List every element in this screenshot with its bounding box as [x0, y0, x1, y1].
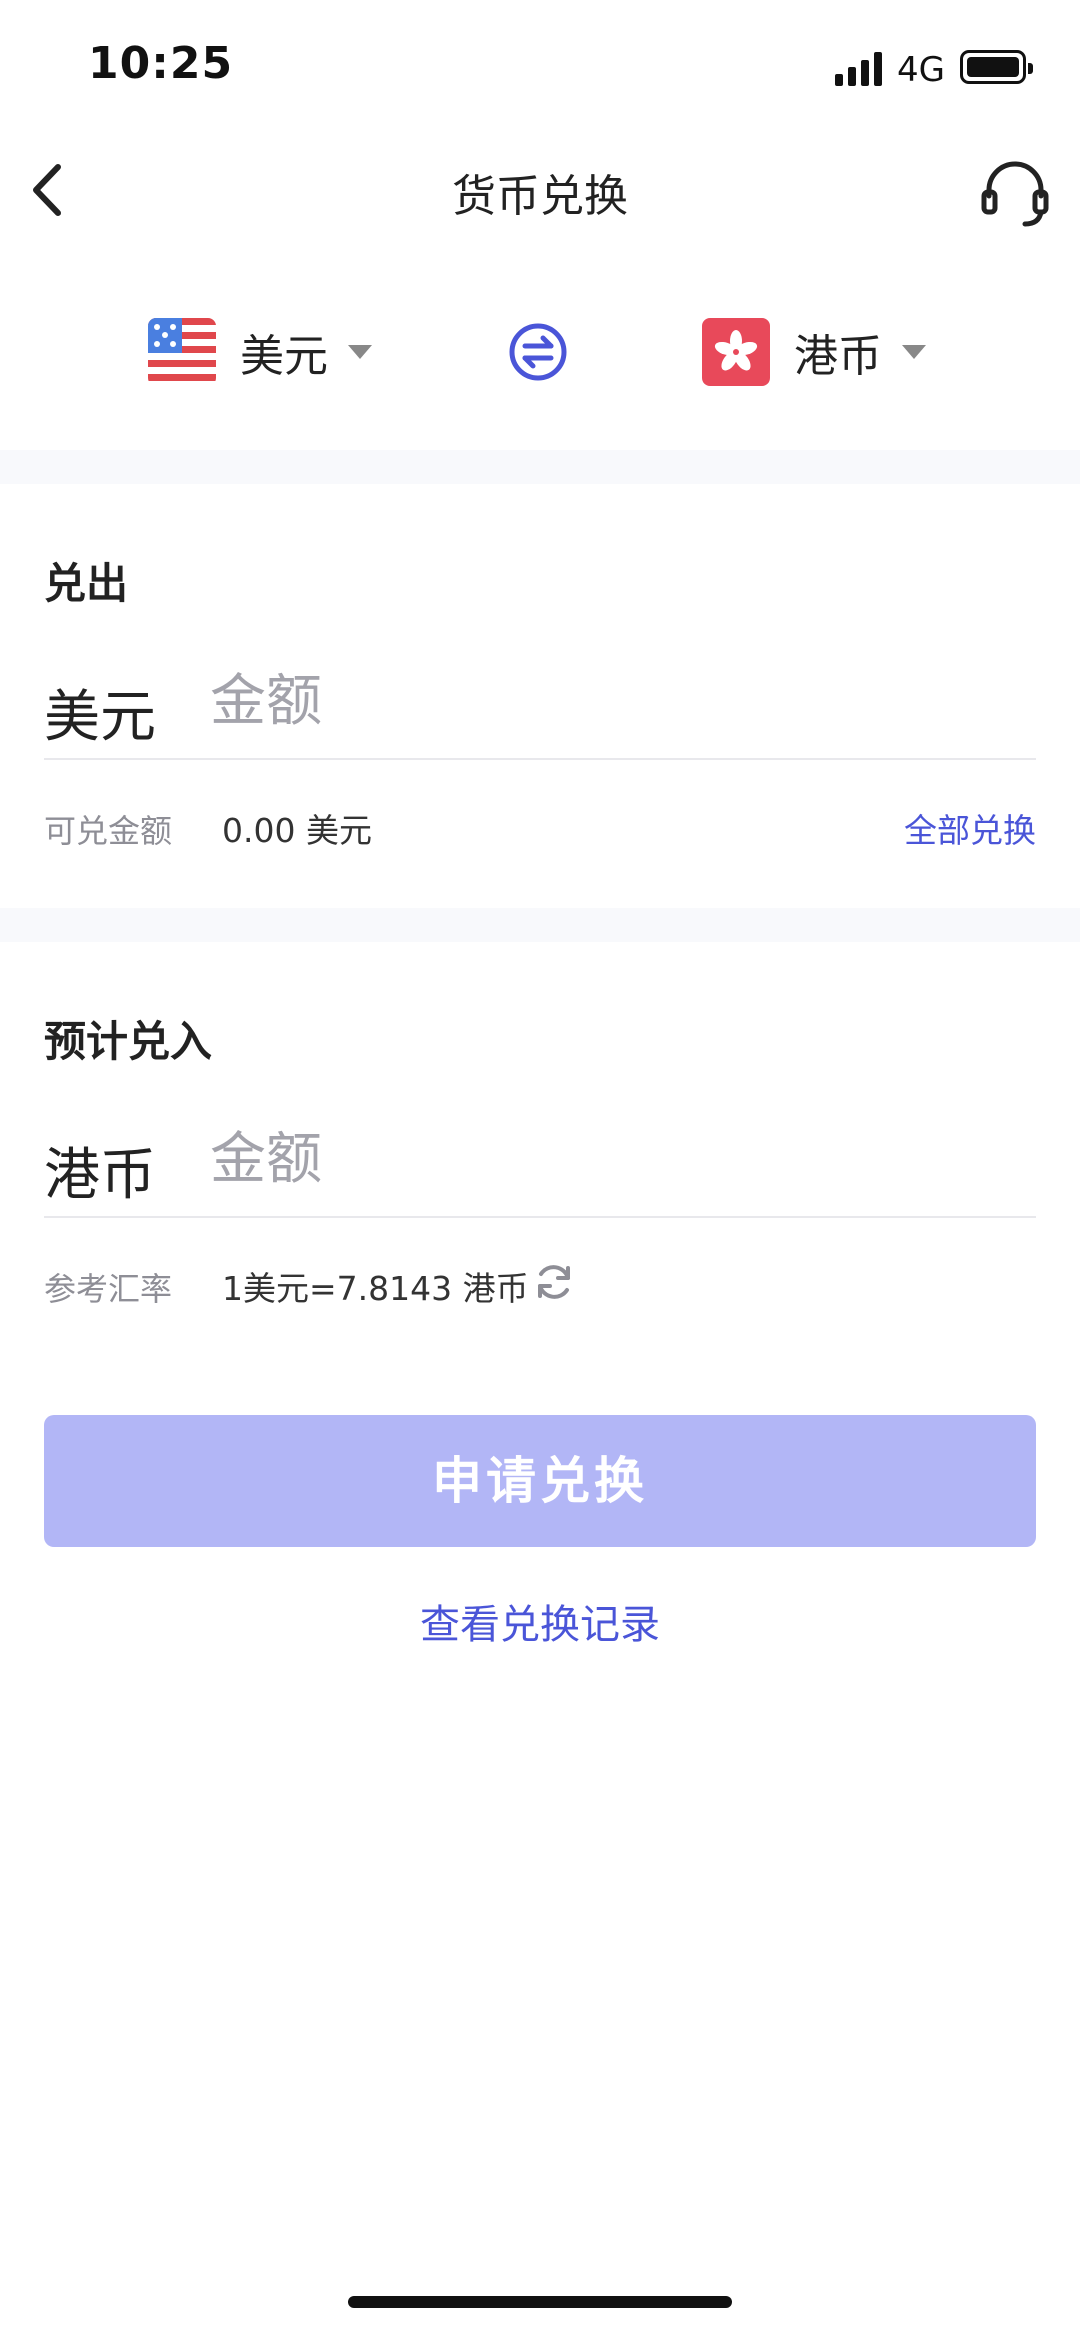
swap-icon — [509, 323, 567, 381]
from-currency-select[interactable]: 美元 — [148, 317, 372, 387]
swap-currency-button[interactable] — [508, 322, 568, 382]
from-currency-label: 美元 — [240, 331, 328, 382]
rate-row: 参考汇率 1美元=7.8143 港币 — [44, 1258, 1036, 1308]
us-flag-icon — [148, 318, 216, 386]
page-title: 货币兑换 — [452, 171, 628, 222]
apply-exchange-button[interactable]: 申请兑换 — [44, 1415, 1036, 1547]
to-currency-label: 港币 — [794, 331, 882, 382]
network-label: 4G — [897, 50, 945, 90]
buy-section-title: 预计兑入 — [44, 1017, 213, 1066]
refresh-rate-button[interactable] — [532, 1260, 576, 1304]
sell-amount-row: 美元 — [44, 660, 1036, 760]
currency-selector: 美元 港币 — [0, 300, 1080, 410]
available-row: 可兑金额 0.00 美元 全部兑换 — [44, 800, 1036, 850]
home-indicator[interactable] — [348, 2296, 732, 2308]
exchange-all-link[interactable]: 全部兑换 — [904, 804, 1036, 852]
headset-icon — [981, 161, 1049, 227]
support-button[interactable] — [975, 152, 1055, 232]
buy-amount-row: 港币 — [44, 1118, 1036, 1218]
sell-currency-label: 美元 — [44, 685, 156, 750]
section-divider — [0, 908, 1080, 942]
nav-bar: 货币兑换 — [0, 130, 1080, 250]
status-time: 10:25 — [88, 38, 234, 89]
hk-flag-icon — [702, 318, 770, 386]
sell-section-title: 兑出 — [44, 559, 129, 608]
to-currency-select[interactable]: 港币 — [702, 317, 926, 387]
available-value: 0.00 美元 — [222, 811, 372, 850]
rate-label: 参考汇率 — [44, 1270, 173, 1308]
battery-icon — [960, 50, 1033, 84]
exchange-history-link[interactable]: 查看兑换记录 — [0, 1592, 1080, 1650]
available-label: 可兑金额 — [44, 812, 173, 850]
refresh-icon — [538, 1265, 570, 1299]
buy-amount-input[interactable] — [210, 1124, 910, 1194]
caret-down-icon — [902, 345, 926, 359]
sell-amount-input[interactable] — [210, 666, 910, 736]
signal-icon — [835, 52, 883, 86]
status-bar: 10:25 4G — [0, 0, 1080, 130]
rate-value: 1美元=7.8143 港币 — [222, 1269, 529, 1308]
caret-down-icon — [348, 345, 372, 359]
section-divider — [0, 450, 1080, 484]
buy-currency-label: 港币 — [44, 1143, 156, 1208]
